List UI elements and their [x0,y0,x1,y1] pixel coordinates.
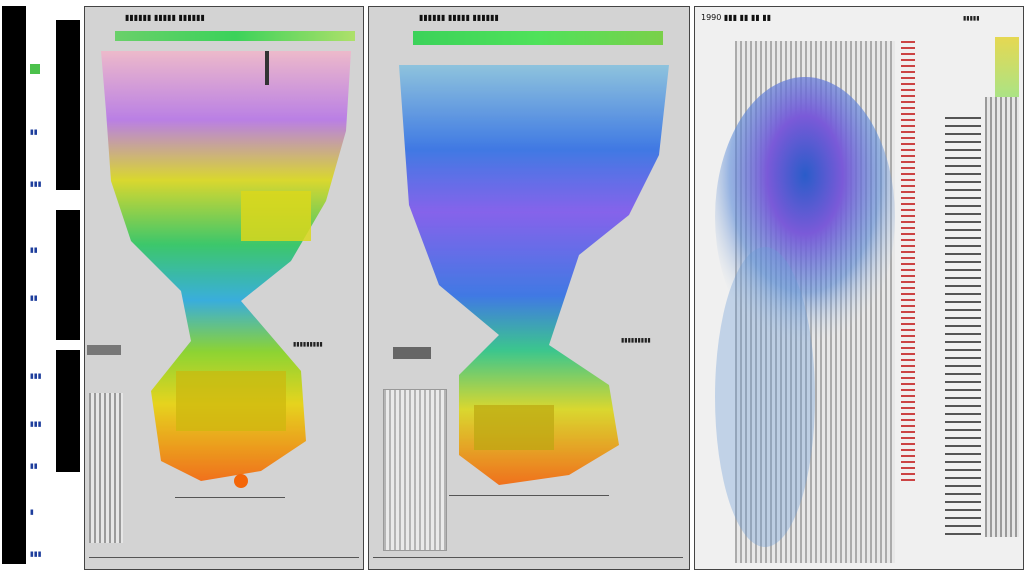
sidebar-label[interactable]: ▮▮ [30,128,38,136]
value-strip [89,393,123,543]
status-dot [30,64,40,74]
sidebar-label[interactable]: ▮▮▮ [30,550,42,558]
axis-line [449,495,609,496]
sidebar-block-icon[interactable] [2,522,26,562]
panel-title: ▮▮▮▮▮▮ ▮▮▮▮▮ ▮▮▮▮▮▮ [419,13,499,22]
sidebar-label[interactable]: ▮▮ [30,462,38,470]
axis-line [175,497,285,498]
plot-panel-2[interactable]: ▮▮▮▮▮▮ ▮▮▮▮▮ ▮▮▮▮▮▮ ▮▮▮▮▮▮▮▮▮ [368,6,690,570]
sidebar-rail [2,6,26,564]
heatmap-icon [101,51,351,488]
color-key [995,37,1019,97]
colorbar [115,31,355,41]
colorbar [413,31,663,45]
sidebar-block-icon[interactable] [56,20,80,190]
panel-title: 1990 ▮▮▮ ▮▮ ▮▮ ▮▮ [701,13,772,22]
sidebar-label[interactable]: ▮▮▮ [30,420,42,428]
plot-panel-3[interactable]: 1990 ▮▮▮ ▮▮ ▮▮ ▮▮ ▮▮▮▮▮ [694,6,1024,570]
plot-panel-1[interactable]: ▮▮▮▮▮▮ ▮▮▮▮▮ ▮▮▮▮▮▮ ▮▮▮▮▮▮▮▮▮ [84,6,364,570]
value-table [383,389,447,551]
legend-colorbar [901,41,915,481]
axis-line [89,557,359,558]
sidebar-label[interactable]: ▮▮▮ [30,372,42,380]
sidebar-label[interactable]: ▮▮ [30,294,38,302]
panel-status: ▮▮▮▮▮ [963,15,980,22]
panel-status: ▮▮▮▮▮▮▮▮▮ [621,337,651,344]
sidebar-label[interactable]: ▮▮▮ [30,180,42,188]
sidebar-block-icon[interactable] [56,210,80,340]
sidebar-label[interactable]: ▮ [30,508,34,516]
axis-line [373,557,683,558]
sidebar-block-icon[interactable] [56,350,80,472]
side-strip [985,97,1019,537]
left-sidebar: ▮▮ ▮▮▮ ▮▮ ▮▮ ▮▮▮ ▮▮▮ ▮▮ ▮ ▮▮▮ [0,0,84,576]
panel-title: ▮▮▮▮▮▮ ▮▮▮▮▮ ▮▮▮▮▮▮ [125,13,205,22]
sidebar-label[interactable]: ▮▮ [30,246,38,254]
heatmap-icon [715,77,895,547]
panel-label-block [87,345,121,355]
panel-label-block [393,347,431,359]
marker [265,51,269,85]
legend-list [945,117,981,537]
panel-status: ▮▮▮▮▮▮▮▮▮ [293,341,323,348]
